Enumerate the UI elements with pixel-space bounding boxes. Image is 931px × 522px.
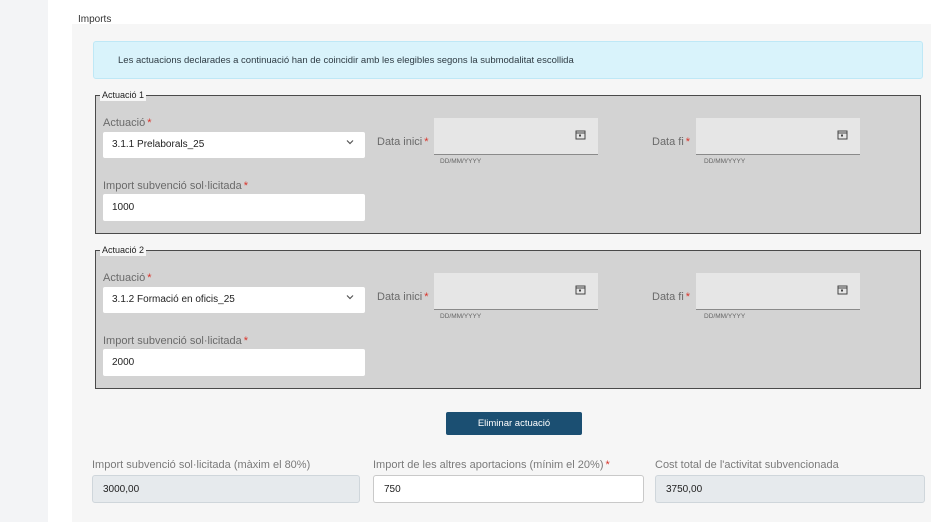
- chevron-down-icon: [345, 137, 355, 150]
- info-alert-text: Les actuacions declarades a continuació …: [118, 55, 574, 66]
- actuacio-2-data-inici-label: Data inici *: [377, 291, 429, 303]
- actuacio-1-data-fi-hint: DD/MM/YYYY: [704, 158, 746, 165]
- actuacio-1-type-label: Actuació *: [103, 117, 152, 129]
- actuacio-2-data-fi-hint: DD/MM/YYYY: [704, 313, 746, 320]
- eliminar-actuacio-button[interactable]: Eliminar actuació: [446, 412, 582, 435]
- actuacio-1-data-inici-hint: DD/MM/YYYY: [440, 158, 482, 165]
- calendar-icon[interactable]: [575, 282, 586, 295]
- actuacio-2-fieldset: Actuació 2 Actuació * 3.1.2 Formació en o…: [95, 244, 921, 389]
- actuacio-2-data-fi-input[interactable]: [696, 273, 860, 310]
- info-alert: Les actuacions declarades a continuació …: [93, 41, 923, 79]
- actuacio-2-data-inici-hint: DD/MM/YYYY: [440, 313, 482, 320]
- actuacio-2-data-inici-input[interactable]: [434, 273, 598, 310]
- actuacio-2-data-fi-label: Data fi *: [652, 291, 691, 303]
- summary-cost-label: Cost total de l'activitat subvencionada: [655, 459, 839, 471]
- summary-import-field: 3000,00: [92, 475, 360, 503]
- summary-import-value: 3000,00: [103, 484, 140, 495]
- actuacio-2-import-label: Import subvenció sol·licitada *: [103, 335, 249, 347]
- calendar-icon[interactable]: [575, 127, 586, 140]
- section-title: Imports: [78, 14, 112, 25]
- actuacio-1-select-value: 3.1.1 Prelaborals_25: [112, 139, 205, 150]
- summary-import-label: Import subvenció sol·licitada (màxim el …: [92, 459, 311, 471]
- summary-cost-field: 3750,00: [655, 475, 925, 503]
- actuacio-2-legend: Actuació 2: [100, 244, 147, 256]
- actuacio-1-import-value: 1000: [112, 202, 135, 213]
- actuacio-2-select-value: 3.1.2 Formació en oficis_25: [112, 294, 235, 305]
- actuacio-1-data-fi-label: Data fi *: [652, 136, 691, 148]
- actuacio-2-import-value: 2000: [112, 357, 135, 368]
- calendar-icon[interactable]: [837, 282, 848, 295]
- left-rail: [0, 0, 48, 522]
- actuacio-1-select[interactable]: 3.1.1 Prelaborals_25: [103, 132, 365, 158]
- chevron-down-icon: [345, 292, 355, 305]
- actuacio-1-data-inici-label: Data inici *: [377, 136, 429, 148]
- actuacio-1-import-label: Import subvenció sol·licitada *: [103, 180, 249, 192]
- summary-altres-value: 750: [384, 484, 401, 495]
- actuacio-2-type-label: Actuació *: [103, 272, 152, 284]
- actuacio-2-select[interactable]: 3.1.2 Formació en oficis_25: [103, 287, 365, 313]
- summary-altres-input[interactable]: 750: [373, 475, 644, 503]
- actuacio-1-fieldset: Actuació 1 Actuació * 3.1.1 Prelaborals_2…: [95, 89, 921, 234]
- actuacio-1-data-fi-input[interactable]: [696, 118, 860, 155]
- actuacio-2-import-input[interactable]: 2000: [103, 349, 365, 376]
- calendar-icon[interactable]: [837, 127, 848, 140]
- summary-cost-value: 3750,00: [666, 484, 703, 495]
- summary-altres-label: Import de les altres aportacions (mínim …: [373, 459, 610, 471]
- actuacio-1-data-inici-input[interactable]: [434, 118, 598, 155]
- actuacio-1-import-input[interactable]: 1000: [103, 194, 365, 221]
- actuacio-1-legend: Actuació 1: [100, 89, 147, 101]
